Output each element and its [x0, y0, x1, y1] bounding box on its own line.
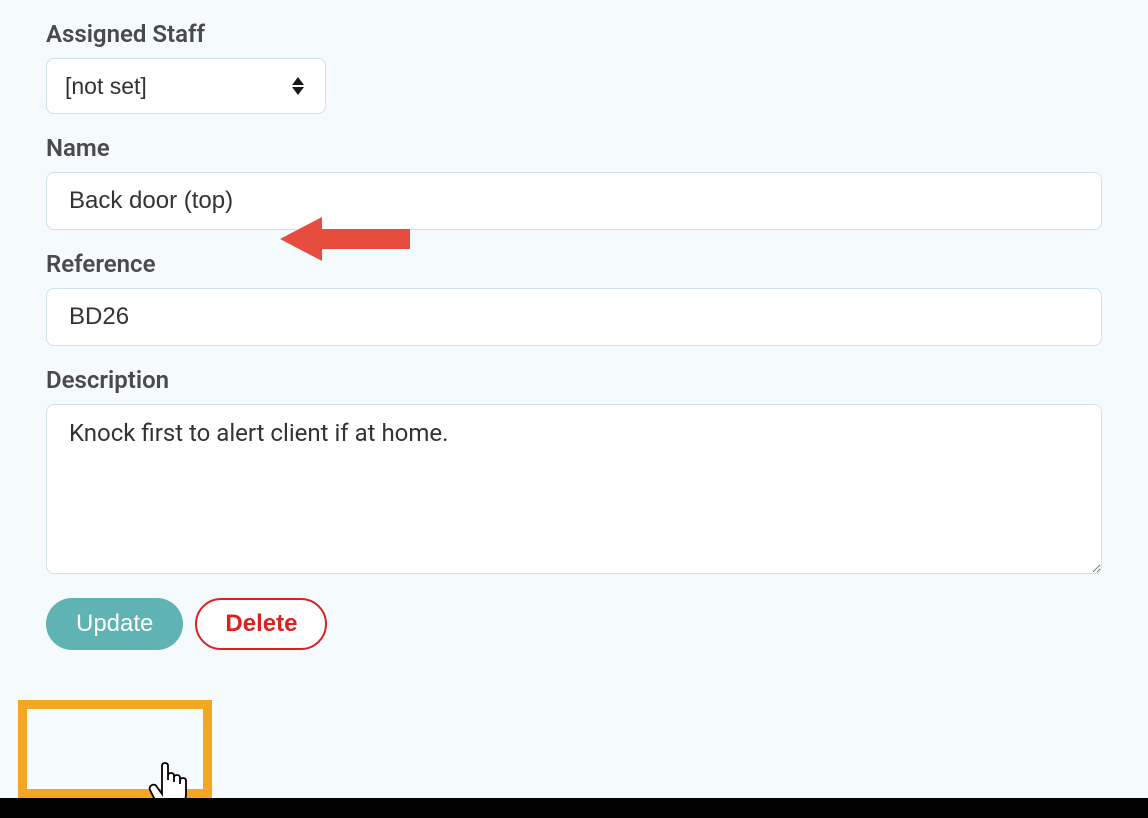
reference-group: Reference: [46, 250, 1102, 346]
name-label: Name: [46, 134, 1102, 162]
assigned-staff-group: Assigned Staff [not set]: [46, 20, 1102, 114]
name-input[interactable]: [46, 172, 1102, 230]
name-group: Name: [46, 134, 1102, 230]
edit-form: Assigned Staff [not set] Name Reference …: [0, 0, 1148, 650]
update-button[interactable]: Update: [46, 598, 183, 650]
description-label: Description: [46, 366, 1102, 394]
delete-button[interactable]: Delete: [195, 598, 327, 650]
assigned-staff-label: Assigned Staff: [46, 20, 1102, 48]
highlight-annotation: [18, 700, 212, 798]
assigned-staff-select-wrapper: [not set]: [46, 58, 326, 114]
bottom-bar: [0, 798, 1148, 818]
assigned-staff-select[interactable]: [not set]: [46, 58, 326, 114]
description-textarea[interactable]: Knock first to alert client if at home.: [46, 404, 1102, 574]
description-group: Description Knock first to alert client …: [46, 366, 1102, 578]
reference-label: Reference: [46, 250, 1102, 278]
reference-input[interactable]: [46, 288, 1102, 346]
button-row: Update Delete: [46, 598, 1102, 650]
